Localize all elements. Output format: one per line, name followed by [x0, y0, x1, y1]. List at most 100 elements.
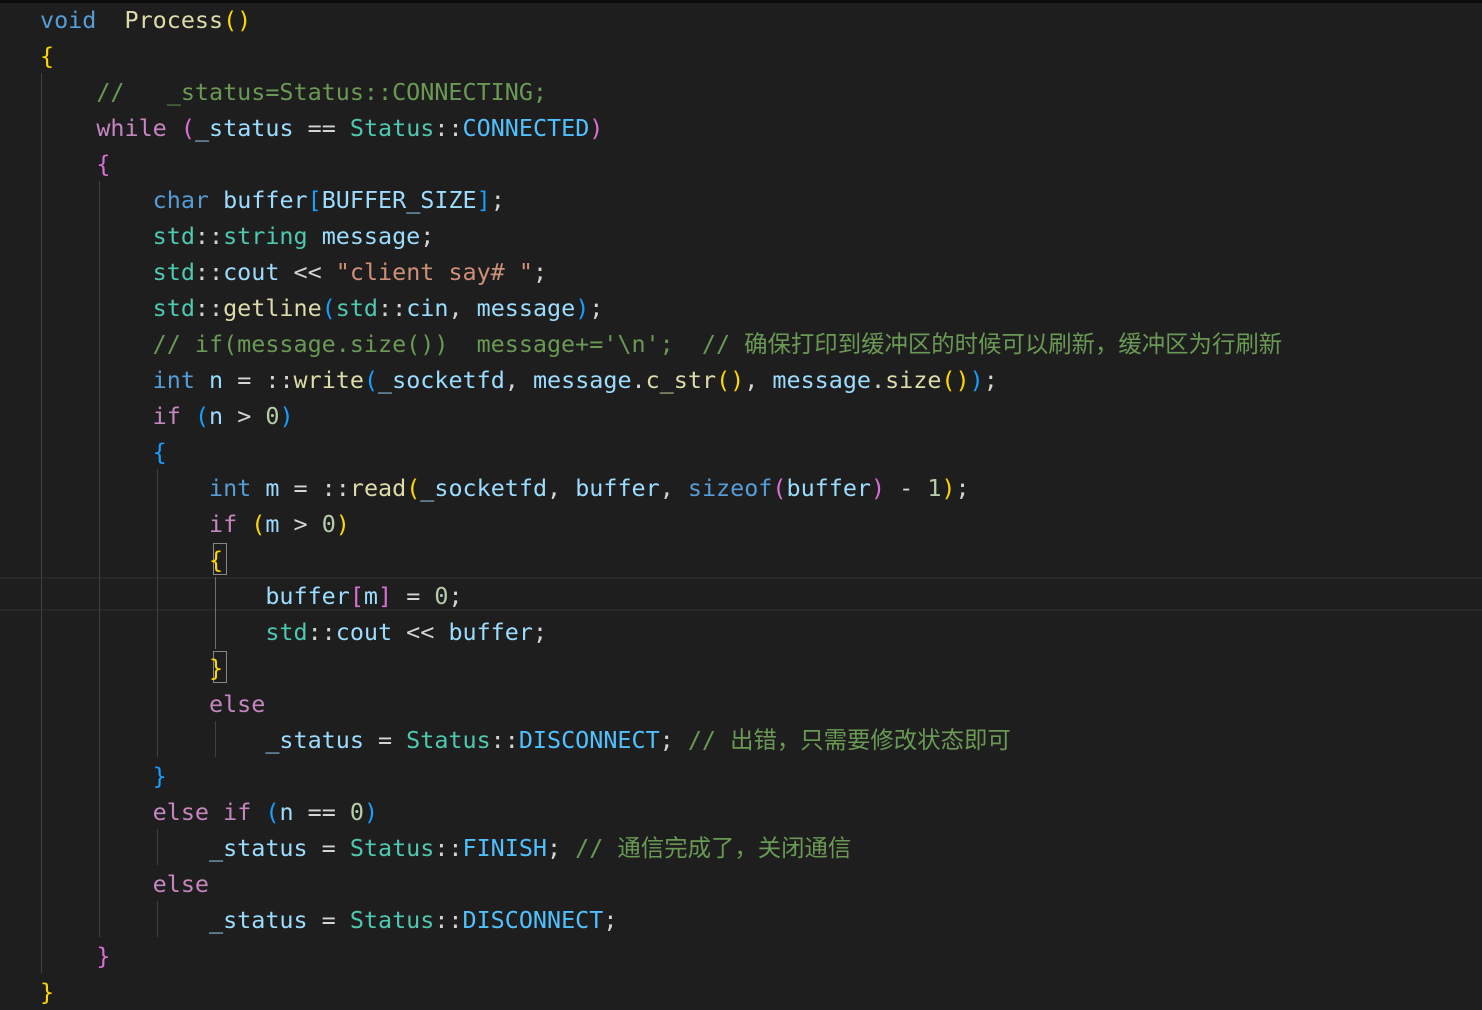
code-token: else: [209, 690, 266, 718]
code-token: {: [209, 546, 224, 574]
code-line[interactable]: int n = ::write(_socketfd, message.c_str…: [40, 362, 998, 398]
code-token: Process: [124, 6, 224, 34]
code-token: =: [307, 906, 350, 934]
code-line[interactable]: // _status=Status::CONNECTING;: [40, 74, 547, 110]
code-line[interactable]: {: [40, 146, 110, 182]
code-line[interactable]: buffer[m] = 0;: [40, 578, 462, 614]
code-line[interactable]: std::getline(std::cin, message);: [40, 290, 604, 326]
code-token: ::: [194, 222, 224, 250]
code-token: string: [223, 222, 308, 250]
code-token: 0: [265, 402, 280, 430]
code-token: ;: [955, 474, 970, 502]
code-line[interactable]: if (m > 0): [40, 506, 350, 542]
code-token: read: [349, 474, 407, 502]
code-token: n: [279, 798, 294, 826]
code-token: (: [406, 474, 421, 502]
code-line[interactable]: std::cout << "client say# ";: [40, 254, 547, 290]
code-token: getline: [223, 294, 322, 322]
code-token: ==: [293, 798, 350, 826]
code-token: =: [392, 582, 435, 610]
code-token: Status: [349, 834, 435, 862]
code-line[interactable]: std::string message;: [40, 218, 435, 254]
code-token: n: [209, 366, 224, 394]
code-token: _status: [265, 726, 364, 754]
code-line[interactable]: else if (n == 0): [40, 794, 378, 830]
code-token: buffer: [448, 618, 533, 646]
code-token: ;: [420, 222, 435, 250]
code-line[interactable]: if (n > 0): [40, 398, 294, 434]
code-token: int: [152, 366, 195, 394]
code-token: (): [716, 366, 745, 394]
code-token: m: [265, 474, 280, 502]
code-token: // if(message.size()) message+='\n'; // …: [152, 330, 1283, 358]
code-token: }: [209, 654, 224, 682]
code-line[interactable]: {: [40, 542, 223, 578]
code-token: DISCONNECT: [462, 906, 604, 934]
code-line[interactable]: // if(message.size()) message+='\n'; // …: [40, 326, 1282, 362]
code-token: "client say# ": [335, 258, 533, 286]
code-line[interactable]: else: [40, 866, 209, 902]
code-line[interactable]: char buffer[BUFFER_SIZE];: [40, 182, 505, 218]
code-token: ;: [532, 258, 548, 286]
code-line[interactable]: {: [40, 434, 167, 470]
code-line[interactable]: _status = Status::DISCONNECT; // 出错，只需要修…: [40, 722, 1010, 758]
code-token: _socketfd: [420, 474, 548, 502]
code-token: <<: [279, 258, 336, 286]
code-token: ::: [434, 834, 463, 862]
code-token: c_str: [645, 366, 717, 394]
code-token: }: [96, 942, 111, 970]
code-token: message: [321, 222, 421, 250]
code-token: ::: [434, 906, 463, 934]
code-line[interactable]: }: [40, 758, 167, 794]
code-token: [: [307, 186, 322, 214]
code-line[interactable]: _status = Status::FINISH; // 通信完成了，关闭通信: [40, 830, 851, 866]
code-line[interactable]: std::cout << buffer;: [40, 614, 547, 650]
code-token: ): [364, 798, 379, 826]
code-token: buffer: [786, 474, 871, 502]
code-line[interactable]: {: [40, 38, 54, 74]
code-token: (: [363, 366, 379, 394]
code-line[interactable]: }: [40, 974, 54, 1010]
code-token: void: [40, 6, 97, 34]
code-token: ,: [547, 474, 576, 502]
code-token: _status: [209, 906, 308, 934]
code-line[interactable]: _status = Status::DISCONNECT;: [40, 902, 617, 938]
code-token: ==: [293, 114, 350, 142]
code-token: ): [870, 474, 886, 502]
code-token: =: [363, 726, 407, 754]
code-token: ,: [504, 366, 533, 394]
code-token: ;: [532, 618, 548, 646]
code-line[interactable]: void Process(): [40, 2, 251, 38]
code-line[interactable]: while (_status == Status::CONNECTED): [40, 110, 603, 146]
code-line[interactable]: int m = ::read(_socketfd, buffer, sizeof…: [40, 470, 970, 506]
code-token: (): [941, 366, 970, 394]
code-editor[interactable]: void Process(){ // _status=Status::CONNE…: [0, 0, 1482, 1006]
code-token: int: [209, 474, 252, 502]
code-line[interactable]: }: [40, 938, 110, 974]
code-token: BUFFER_SIZE: [321, 186, 477, 214]
code-token: ;: [490, 186, 505, 214]
code-token: [: [349, 582, 364, 610]
code-token: m: [265, 510, 280, 538]
code-token: buffer: [575, 474, 660, 502]
code-line[interactable]: }: [40, 650, 223, 686]
code-line[interactable]: else: [40, 686, 265, 722]
code-token: (: [265, 798, 280, 826]
code-token: ,: [659, 474, 688, 502]
code-token: ]: [378, 582, 393, 610]
